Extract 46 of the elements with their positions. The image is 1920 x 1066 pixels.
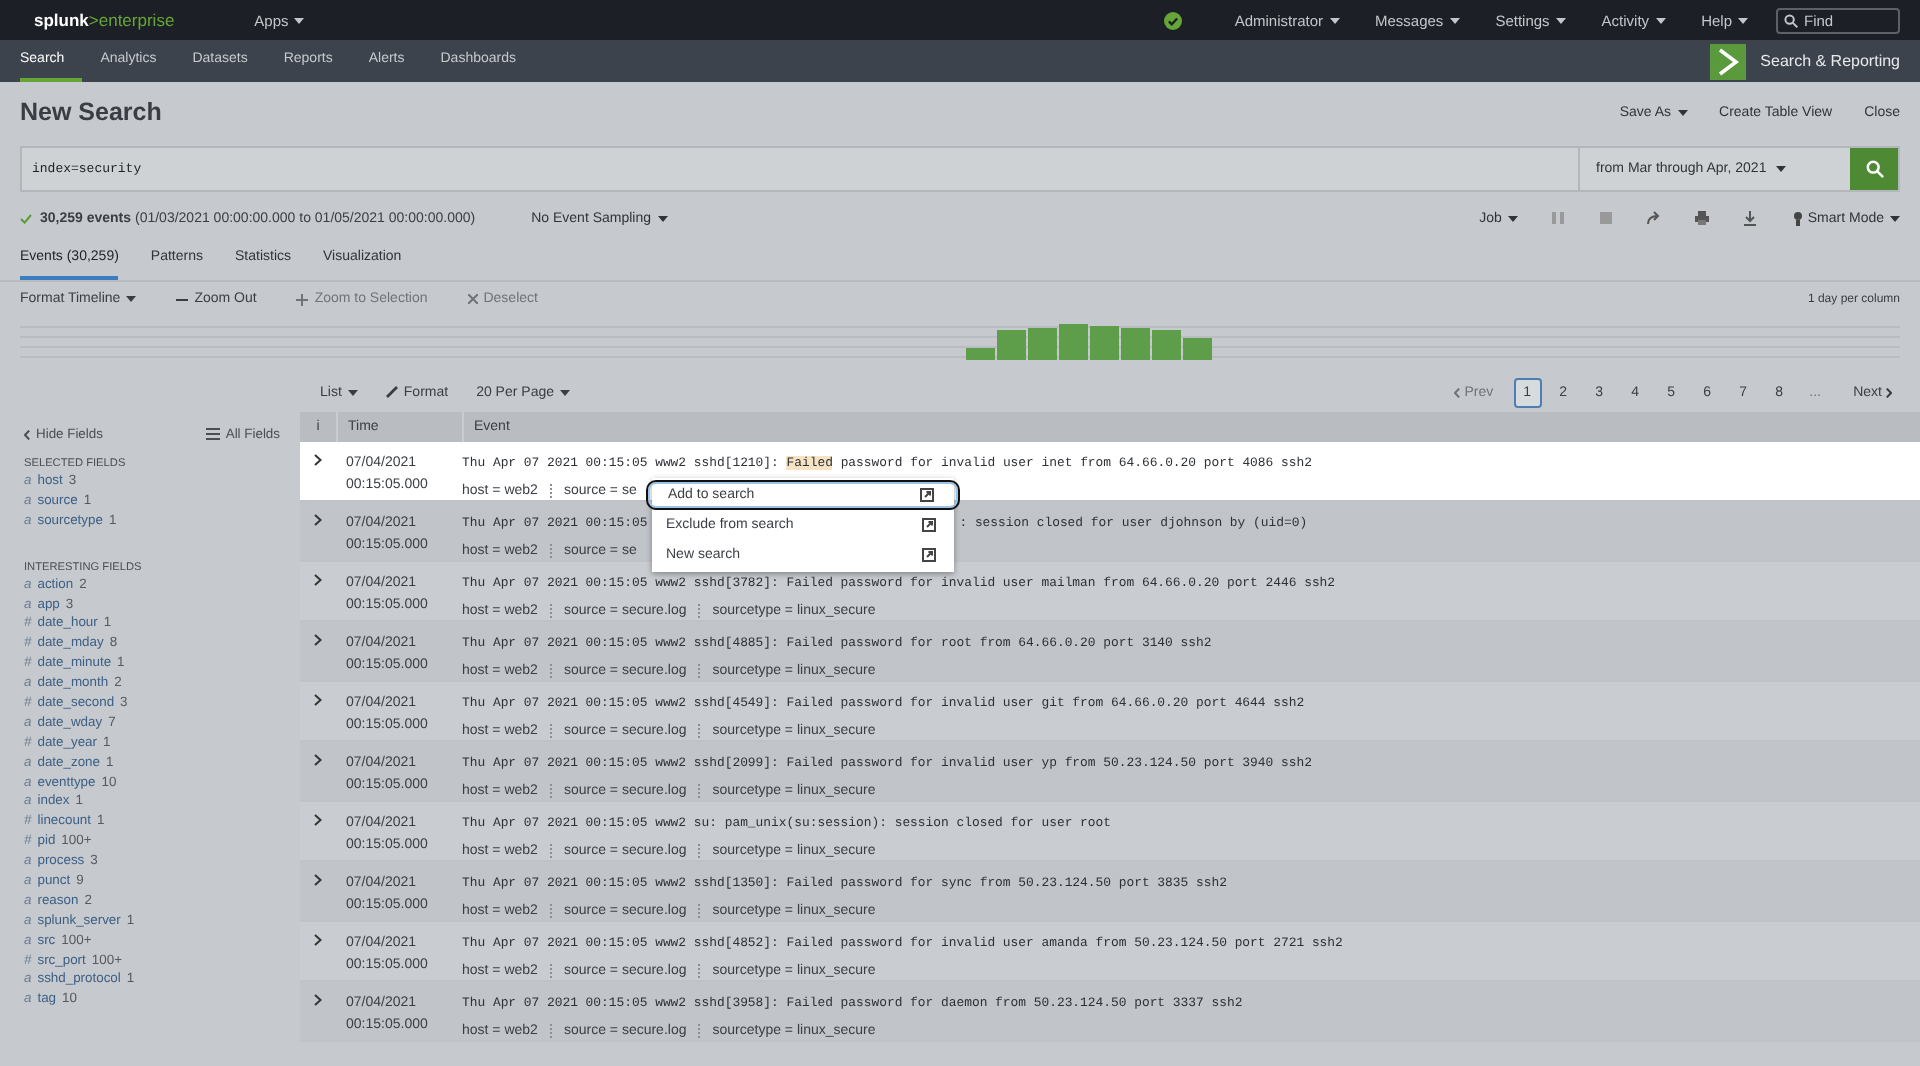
print-icon[interactable] [1693, 210, 1710, 226]
caret-icon [1555, 17, 1566, 23]
caret-icon [347, 389, 358, 395]
caret-icon [1329, 17, 1339, 23]
logo-brand: splunk [34, 10, 89, 30]
expand-chevron-icon[interactable] [314, 694, 322, 706]
status-ok-icon [1164, 11, 1183, 29]
plus-icon [296, 293, 309, 305]
chevron-left-icon [1454, 387, 1461, 397]
app-logo-icon [1710, 43, 1747, 79]
chevron-right-icon [1886, 387, 1892, 397]
caret-icon [1677, 109, 1688, 115]
expand-chevron-icon[interactable] [314, 934, 322, 946]
expand-chevron-icon[interactable] [314, 754, 322, 766]
caret-icon [1507, 215, 1518, 221]
search-icon [1784, 13, 1798, 27]
download-icon[interactable] [1741, 210, 1758, 226]
pencil-icon [385, 386, 398, 398]
chevron-left-icon [24, 429, 30, 439]
expand-chevron-icon[interactable] [314, 574, 322, 586]
external-link-icon [922, 548, 936, 562]
expand-chevron-icon[interactable] [314, 454, 322, 466]
external-link-icon [922, 518, 936, 532]
close-icon [467, 294, 478, 304]
caret-icon [126, 296, 137, 302]
caret-icon [1449, 17, 1460, 23]
caret-icon [1738, 17, 1748, 23]
expand-chevron-icon[interactable] [314, 994, 322, 1006]
list-icon [205, 428, 220, 440]
expand-chevron-icon[interactable] [314, 874, 322, 886]
share-icon[interactable] [1645, 210, 1662, 226]
external-link-icon [920, 488, 934, 502]
logo-product: >enterprise [88, 10, 175, 30]
bulb-icon [1793, 211, 1802, 225]
caret-icon [294, 17, 305, 23]
expand-chevron-icon[interactable] [314, 514, 322, 526]
expand-chevron-icon[interactable] [314, 814, 322, 826]
app-name: Search & Reporting [1760, 52, 1900, 70]
check-icon [20, 213, 32, 223]
page-title: New Search [20, 98, 164, 126]
caret-icon [1890, 215, 1900, 221]
caret-icon [1655, 17, 1666, 23]
expand-chevron-icon[interactable] [314, 634, 322, 646]
minus-icon [176, 297, 189, 301]
caret-icon [657, 215, 668, 221]
caret-icon [560, 389, 570, 395]
